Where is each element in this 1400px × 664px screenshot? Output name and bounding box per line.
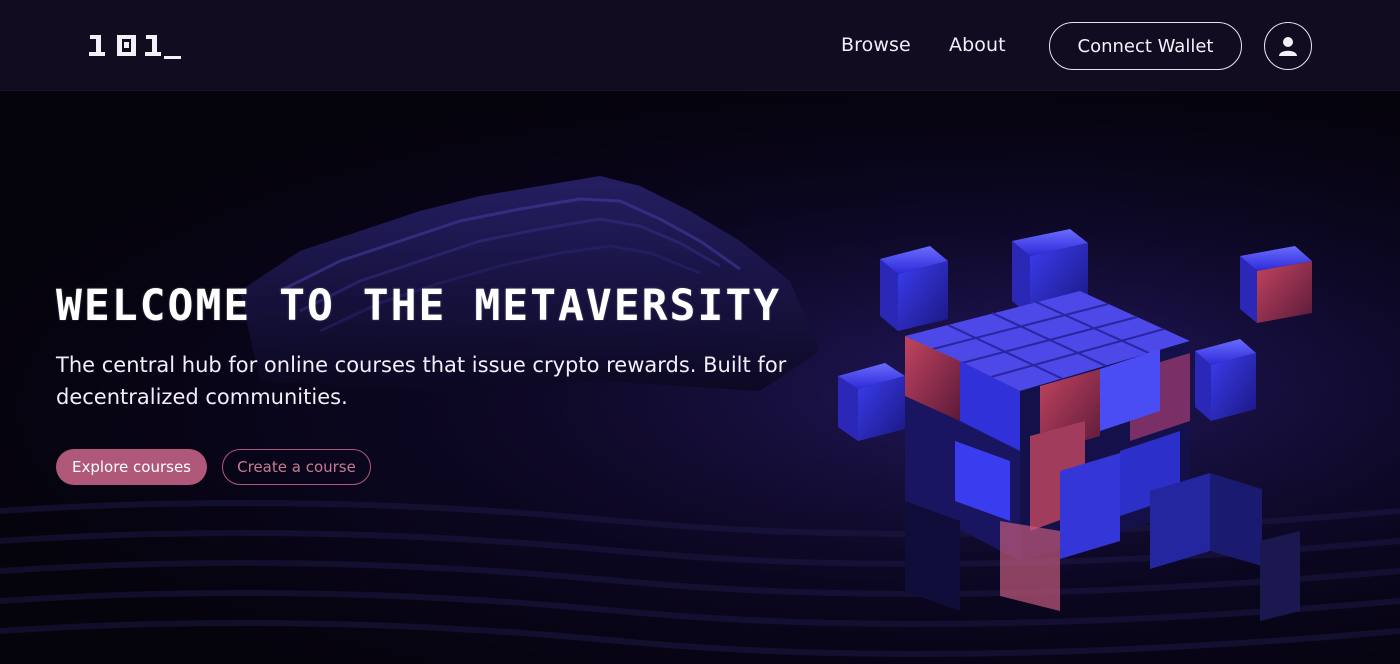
connect-wallet-label: Connect Wallet bbox=[1077, 35, 1214, 57]
nav-link-about[interactable]: About bbox=[949, 34, 1006, 56]
explore-courses-label: Explore courses bbox=[71, 458, 191, 476]
top-navbar: Browse About Connect Wallet bbox=[0, 0, 1400, 91]
logo-101[interactable] bbox=[86, 26, 186, 66]
hero-section: WELCOME TO THE METAVERSITY The central h… bbox=[0, 91, 1400, 664]
create-course-button[interactable]: Create a course bbox=[222, 449, 371, 485]
user-icon bbox=[1279, 37, 1297, 56]
hero-subtitle: The central hub for online courses that … bbox=[56, 353, 787, 409]
connect-wallet-button[interactable]: Connect Wallet bbox=[1049, 22, 1242, 70]
hero-title: WELCOME TO THE METAVERSITY bbox=[56, 281, 782, 331]
explore-courses-button[interactable]: Explore courses bbox=[56, 449, 207, 485]
profile-button[interactable] bbox=[1264, 22, 1312, 70]
create-course-label: Create a course bbox=[237, 458, 356, 476]
nav-link-browse[interactable]: Browse bbox=[841, 34, 911, 56]
